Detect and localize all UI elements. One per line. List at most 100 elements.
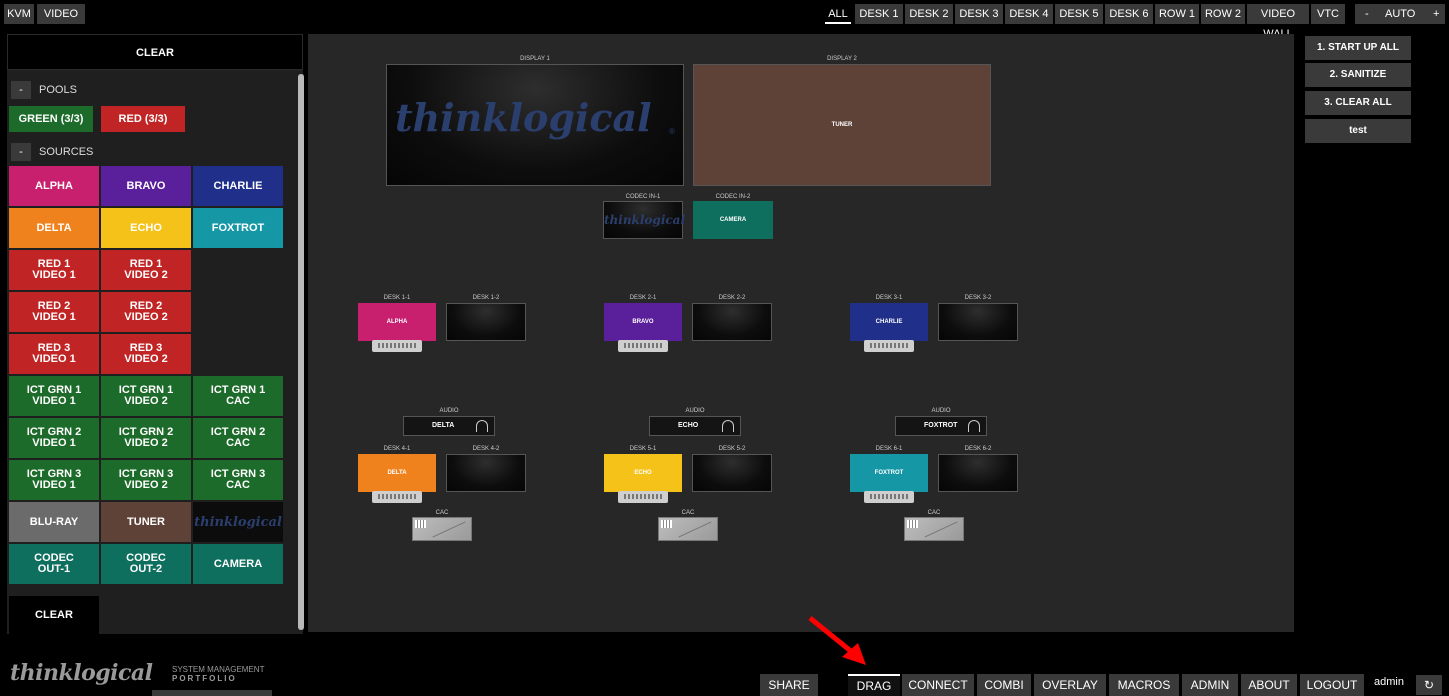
source-tile[interactable]: RED 1 VIDEO 2 bbox=[101, 250, 191, 290]
audio-source-label: ECHO bbox=[678, 422, 699, 429]
audio-source-label: DELTA bbox=[432, 422, 455, 429]
codec-in-2-screen[interactable]: CAMERA bbox=[693, 201, 773, 239]
source-tile[interactable]: ECHO bbox=[101, 208, 191, 248]
source-tile[interactable]: CAMERA bbox=[193, 544, 283, 584]
source-tile[interactable]: ICT GRN 2 VIDEO 1 bbox=[9, 418, 99, 458]
macro-clear-all-button[interactable]: 3. CLEAR ALL bbox=[1305, 91, 1411, 115]
tab-desk-4[interactable]: DESK 4 bbox=[1005, 4, 1053, 24]
desk-screen-primary[interactable]: ECHO bbox=[604, 454, 682, 492]
display-1-screen[interactable]: thinklogical ® bbox=[386, 64, 684, 186]
auto-plus-button[interactable]: + bbox=[1433, 4, 1439, 24]
desk-screen-primary[interactable]: DELTA bbox=[358, 454, 436, 492]
keyboard-icon bbox=[864, 340, 914, 352]
source-tile[interactable]: CHARLIE bbox=[193, 166, 283, 206]
source-tile[interactable]: ICT GRN 1 VIDEO 1 bbox=[9, 376, 99, 416]
top-bar: KVM VIDEO ALL DESK 1 DESK 2 DESK 3 DESK … bbox=[0, 0, 1449, 40]
logout-button[interactable]: LOGOUT bbox=[1300, 674, 1364, 696]
refresh-icon[interactable]: ↻ bbox=[1416, 675, 1442, 695]
cac-card-icon[interactable] bbox=[904, 517, 964, 541]
pool-red[interactable]: RED (3/3) bbox=[101, 106, 185, 132]
brand-subtitle: SYSTEM MANAGEMENT PORTFOLIO bbox=[172, 665, 264, 683]
clear-button-bottom[interactable]: CLEAR bbox=[9, 596, 99, 634]
tab-kvm[interactable]: KVM bbox=[4, 4, 34, 24]
cac-card-icon[interactable] bbox=[658, 517, 718, 541]
desk-screen-primary[interactable]: FOXTROT bbox=[850, 454, 928, 492]
desk-label: DESK 3-1 bbox=[875, 295, 903, 301]
source-tile[interactable]: RED 3 VIDEO 1 bbox=[9, 334, 99, 374]
desk-screen-secondary[interactable] bbox=[692, 303, 772, 341]
audio-output[interactable]: DELTA bbox=[403, 416, 495, 436]
tab-desk-5[interactable]: DESK 5 bbox=[1055, 4, 1103, 24]
source-tile[interactable]: CODEC OUT-1 bbox=[9, 544, 99, 584]
source-tile[interactable]: ICT GRN 2 VIDEO 2 bbox=[101, 418, 191, 458]
macro-start-up-all-button[interactable]: 1. START UP ALL bbox=[1305, 36, 1411, 60]
desk-screen-secondary[interactable] bbox=[446, 454, 526, 492]
source-tile[interactable]: ICT GRN 1 VIDEO 2 bbox=[101, 376, 191, 416]
keyboard-icon bbox=[864, 491, 914, 503]
macro-sanitize-button[interactable]: 2. SANITIZE bbox=[1305, 63, 1411, 87]
macro-test-button[interactable]: test bbox=[1305, 119, 1411, 143]
source-tile[interactable]: BRAVO bbox=[101, 166, 191, 206]
display-2-label: DISPLAY 2 bbox=[827, 56, 857, 62]
sidebar-scrollbar[interactable] bbox=[298, 74, 304, 630]
desk-screen-secondary[interactable] bbox=[938, 454, 1018, 492]
desk-screen-primary[interactable]: BRAVO bbox=[604, 303, 682, 341]
pool-green[interactable]: GREEN (3/3) bbox=[9, 106, 93, 132]
source-tile[interactable]: RED 3 VIDEO 2 bbox=[101, 334, 191, 374]
source-tile[interactable]: RED 2 VIDEO 1 bbox=[9, 292, 99, 332]
keyboard-icon bbox=[618, 491, 668, 503]
source-tile[interactable]: thinklogical bbox=[193, 502, 283, 542]
desk-screen-primary[interactable]: ALPHA bbox=[358, 303, 436, 341]
source-tile[interactable]: RED 2 VIDEO 2 bbox=[101, 292, 191, 332]
tab-row-2[interactable]: ROW 2 bbox=[1201, 4, 1245, 24]
brand-subtitle-line-2: PORTFOLIO bbox=[172, 674, 237, 683]
drag-button[interactable]: DRAG bbox=[848, 674, 900, 696]
tab-video-wall[interactable]: VIDEO WALL bbox=[1247, 4, 1309, 40]
tab-row-1[interactable]: ROW 1 bbox=[1155, 4, 1199, 24]
connect-button[interactable]: CONNECT bbox=[902, 674, 974, 696]
share-button[interactable]: SHARE bbox=[760, 674, 818, 696]
admin-button[interactable]: ADMIN bbox=[1182, 674, 1238, 696]
audio-output[interactable]: FOXTROT bbox=[895, 416, 987, 436]
scrollbar-thumb[interactable] bbox=[298, 74, 304, 630]
clear-button-top[interactable]: CLEAR bbox=[7, 34, 303, 70]
desk-label: DESK 2-2 bbox=[718, 295, 746, 301]
combi-button[interactable]: COMBI bbox=[977, 674, 1031, 696]
source-tile[interactable]: ICT GRN 1 CAC bbox=[193, 376, 283, 416]
tab-desk-3[interactable]: DESK 3 bbox=[955, 4, 1003, 24]
desk-screen-secondary[interactable] bbox=[938, 303, 1018, 341]
cac-card-icon[interactable] bbox=[412, 517, 472, 541]
tab-desk-1[interactable]: DESK 1 bbox=[855, 4, 903, 24]
display-2-screen[interactable]: TUNER bbox=[693, 64, 991, 186]
audio-output[interactable]: ECHO bbox=[649, 416, 741, 436]
tab-vtc[interactable]: VTC bbox=[1311, 4, 1345, 24]
source-tile[interactable]: ALPHA bbox=[9, 166, 99, 206]
sources-header-label: SOURCES bbox=[39, 146, 94, 158]
source-tile[interactable]: ICT GRN 3 VIDEO 1 bbox=[9, 460, 99, 500]
overlay-button[interactable]: OVERLAY bbox=[1034, 674, 1106, 696]
source-tile[interactable]: FOXTROT bbox=[193, 208, 283, 248]
macros-button[interactable]: MACROS bbox=[1109, 674, 1179, 696]
pools-collapse-button[interactable]: - bbox=[11, 81, 31, 99]
source-tile[interactable]: ICT GRN 3 CAC bbox=[193, 460, 283, 500]
desk-screen-secondary[interactable] bbox=[446, 303, 526, 341]
desk-screen-secondary[interactable] bbox=[692, 454, 772, 492]
source-tile[interactable]: TUNER bbox=[101, 502, 191, 542]
codec-in-1-screen[interactable]: thinklogical bbox=[603, 201, 685, 239]
tab-desk-6[interactable]: DESK 6 bbox=[1105, 4, 1153, 24]
source-tile[interactable]: CODEC OUT-2 bbox=[101, 544, 191, 584]
source-tile[interactable]: ICT GRN 3 VIDEO 2 bbox=[101, 460, 191, 500]
tab-desk-2[interactable]: DESK 2 bbox=[905, 4, 953, 24]
source-tile[interactable]: RED 1 VIDEO 1 bbox=[9, 250, 99, 290]
tab-all[interactable]: ALL bbox=[825, 4, 851, 24]
source-tile[interactable]: BLU-RAY bbox=[9, 502, 99, 542]
display-1-label: DISPLAY 1 bbox=[520, 56, 550, 62]
source-tile[interactable]: DELTA bbox=[9, 208, 99, 248]
about-button[interactable]: ABOUT bbox=[1241, 674, 1297, 696]
tab-video[interactable]: VIDEO bbox=[37, 4, 85, 24]
desk-label: DESK 5-1 bbox=[629, 446, 657, 452]
desk-screen-primary[interactable]: CHARLIE bbox=[850, 303, 928, 341]
auto-minus-button[interactable]: - bbox=[1365, 4, 1369, 24]
source-tile[interactable]: ICT GRN 2 CAC bbox=[193, 418, 283, 458]
sources-collapse-button[interactable]: - bbox=[11, 143, 31, 161]
